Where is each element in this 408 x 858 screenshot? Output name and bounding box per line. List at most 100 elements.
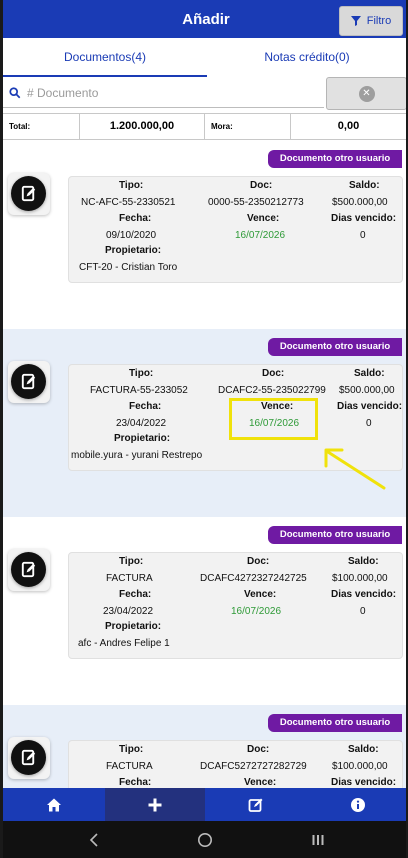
fecha-value: 09/10/2020 [106, 230, 157, 241]
status-badge: Documento otro usuario [268, 714, 402, 732]
vence-label: Vence: [244, 777, 277, 788]
annotation-arrow [324, 448, 386, 490]
fecha-label: Fecha: [119, 589, 152, 600]
status-badge: Documento otro usuario [268, 150, 402, 168]
document-card: Tipo: FACTURA Doc: DCAFC4272327242725 Sa… [68, 552, 403, 659]
tipo-label: Tipo: [119, 180, 144, 191]
saldo-label: Saldo: [348, 556, 379, 567]
edit-document-button[interactable] [8, 737, 50, 779]
doc-label: Doc: [247, 556, 270, 567]
total-label: Total: [9, 122, 31, 131]
dias-vencido-value: 0 [366, 418, 372, 429]
propietario-label: Propietario: [105, 621, 162, 632]
search-field [3, 78, 324, 108]
fecha-label: Fecha: [119, 777, 152, 788]
edit-document-button[interactable] [8, 549, 50, 591]
doc-value: DCAFC2-55-235022799 [218, 385, 326, 396]
system-home-button[interactable] [180, 821, 230, 858]
vence-value: 16/07/2026 [235, 230, 286, 241]
system-back-button[interactable] [70, 821, 120, 858]
saldo-value: $100.000,00 [332, 761, 388, 772]
fecha-label: Fecha: [129, 401, 162, 412]
dias-vencido-label: Dias vencido: [331, 213, 397, 224]
app-header: Añadir Filtro [0, 0, 408, 38]
propietario-value: CFT-20 - Cristian Toro [79, 262, 178, 273]
dias-vencido-label: Dias vencido: [331, 589, 397, 600]
totals-bar: Total: 1.200.000,00 Mora: 0,00 [0, 113, 408, 140]
list-item[interactable]: Documento otro usuario Tipo: FACTURA Doc… [0, 705, 408, 788]
tipo-value: FACTURA-55-233052 [90, 385, 188, 396]
mora-label: Mora: [211, 122, 233, 131]
edit-icon [248, 798, 263, 812]
nav-info-button[interactable] [307, 788, 408, 821]
vence-value: 16/07/2026 [231, 606, 282, 617]
highlight-box [229, 398, 318, 440]
nav-home-button[interactable] [3, 788, 105, 821]
saldo-value: $500.000,00 [339, 385, 395, 396]
search-input[interactable] [27, 85, 307, 100]
document-card: Tipo: NC-AFC-55-2330521 Doc: 0000-55-235… [68, 176, 403, 283]
document-card: Tipo: FACTURA Doc: DCAFC5272727282729 Sa… [68, 740, 403, 788]
nav-edit-button[interactable] [205, 788, 307, 821]
doc-label: Doc: [247, 744, 270, 755]
vence-label: Vence: [247, 213, 280, 224]
fecha-value: 23/04/2022 [103, 606, 154, 617]
saldo-value: $100.000,00 [332, 573, 388, 584]
dias-vencido-value: 0 [360, 606, 366, 617]
propietario-value: mobile.yura - yurani Restrepo [71, 450, 203, 461]
filter-label: Filtro [366, 15, 392, 27]
edit-document-icon [11, 364, 46, 399]
doc-label: Doc: [250, 180, 273, 191]
filter-icon [350, 16, 361, 26]
system-nav-bar [0, 821, 408, 858]
dias-vencido-label: Dias vencido: [331, 777, 397, 788]
tipo-value: NC-AFC-55-2330521 [81, 197, 176, 208]
edit-document-icon [11, 552, 46, 587]
plus-icon [148, 798, 162, 811]
clear-search-button[interactable]: ✕ [326, 77, 407, 110]
saldo-label: Saldo: [348, 744, 379, 755]
tipo-value: FACTURA [106, 761, 153, 772]
edit-document-button[interactable] [8, 173, 50, 215]
edit-document-icon [11, 740, 46, 775]
dias-vencido-label: Dias vencido: [337, 401, 403, 412]
home-icon [47, 798, 61, 811]
close-icon: ✕ [358, 85, 375, 102]
search-row: ✕ [0, 77, 408, 111]
tipo-label: Tipo: [129, 368, 154, 379]
status-badge: Documento otro usuario [268, 526, 402, 544]
tipo-label: Tipo: [119, 556, 144, 567]
total-value: 1.200.000,00 [79, 114, 205, 139]
list-item[interactable]: Documento otro usuario Tipo: NC-AFC-55-2… [0, 141, 408, 329]
fecha-label: Fecha: [119, 213, 152, 224]
vence-label: Vence: [244, 589, 277, 600]
edit-document-icon [11, 176, 46, 211]
propietario-value: afc - Andres Felipe 1 [78, 638, 170, 649]
saldo-value: $500.000,00 [332, 197, 388, 208]
status-badge: Documento otro usuario [268, 338, 402, 356]
doc-value: DCAFC4272327242725 [200, 573, 307, 584]
mora-value: 0,00 [290, 114, 406, 139]
tab-notas-credito[interactable]: Notas crédito(0) [207, 38, 407, 78]
nav-add-button[interactable] [105, 788, 205, 821]
dias-vencido-value: 0 [360, 230, 366, 241]
screen: Añadir Filtro Documentos(4) Notas crédit… [0, 0, 408, 858]
doc-value: 0000-55-2350212773 [208, 197, 304, 208]
system-recents-button[interactable] [293, 821, 343, 858]
tipo-value: FACTURA [106, 573, 153, 584]
tab-documentos[interactable]: Documentos(4) [3, 38, 207, 78]
tipo-label: Tipo: [119, 744, 144, 755]
circle-icon [198, 832, 212, 847]
info-icon [350, 797, 365, 812]
propietario-label: Propietario: [105, 245, 162, 256]
fecha-value: 23/04/2022 [116, 418, 167, 429]
screen-border-left [0, 0, 3, 858]
list-item[interactable]: Documento otro usuario Tipo: FACTURA Doc… [0, 517, 408, 705]
back-icon [89, 832, 98, 847]
tab-bar: Documentos(4) Notas crédito(0) [0, 38, 408, 78]
filter-button[interactable]: Filtro [339, 6, 403, 36]
edit-document-button[interactable] [8, 361, 50, 403]
propietario-label: Propietario: [114, 433, 171, 444]
doc-value: DCAFC5272727282729 [200, 761, 307, 772]
bottom-nav [0, 788, 408, 821]
